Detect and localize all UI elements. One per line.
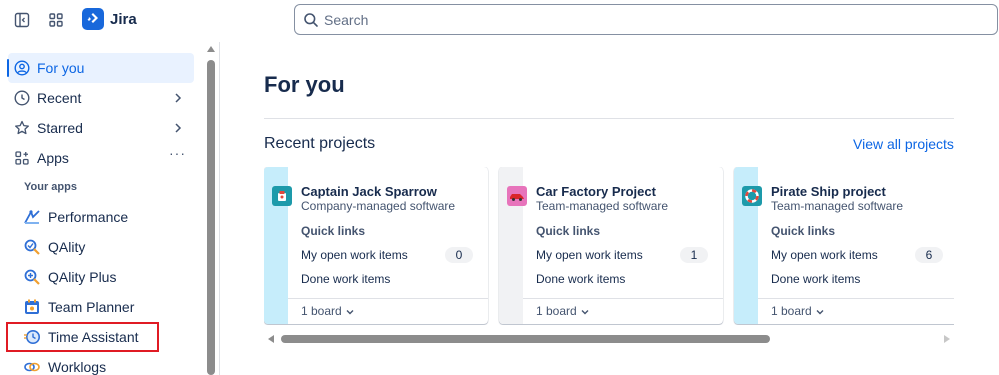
project-type: Team-managed software [536,199,669,213]
worklogs-icon [24,362,40,372]
board-dropdown[interactable]: 1 board [771,304,812,318]
page-title: For you [264,72,345,97]
sidebar-item-label: Apps [37,150,69,166]
project-avatar-icon [272,186,292,206]
done-work-items-link[interactable]: Done work items [771,272,860,286]
performance-icon [24,209,40,224]
sidebar-scrollbar[interactable] [207,60,215,375]
app-switcher-icon[interactable] [46,10,66,30]
star-icon [15,120,29,135]
my-open-work-items-link[interactable]: My open work items [771,248,878,262]
main-content: For you Recent projects View all project… [221,42,999,375]
card-divider [288,298,488,299]
sidebar-app-performance[interactable]: Performance [20,203,200,231]
scroll-up-arrow-icon[interactable] [207,46,215,52]
sidebar: For you Recent Starred Apps ··· Your app… [0,42,220,375]
sidebar-app-worklogs[interactable]: Worklogs [20,353,200,375]
recent-projects-heading: Recent projects [264,135,376,152]
chevron-down-icon[interactable] [580,307,590,317]
sidebar-item-recent[interactable]: Recent [8,83,194,113]
quick-links-label: Quick links [301,224,366,238]
board-dropdown[interactable]: 1 board [536,304,577,318]
sidebar-item-apps[interactable]: Apps ··· [8,143,194,173]
search-placeholder: Search [324,12,369,28]
search-input[interactable]: Search [294,4,998,35]
chevron-right-icon[interactable] [172,122,184,134]
quick-links-label: Quick links [771,224,836,238]
team-planner-icon [25,299,39,314]
scroll-right-arrow-icon[interactable] [944,335,950,343]
project-avatar-icon [742,186,762,206]
chevron-down-icon[interactable] [345,307,355,317]
sidebar-item-label: Recent [37,90,82,106]
sidebar-app-qality[interactable]: QAlity [20,233,200,261]
top-navigation: Jira Search [0,0,999,40]
sidebar-app-team-planner[interactable]: Team Planner [20,293,200,321]
sidebar-item-label: For you [37,60,85,76]
search-icon [304,13,318,27]
sidebar-item-for-you[interactable]: For you [7,53,194,83]
done-work-items-link[interactable]: Done work items [536,272,625,286]
qality-plus-icon [24,269,40,285]
chevron-right-icon[interactable] [172,92,184,104]
sidebar-item-starred[interactable]: Starred [8,113,194,143]
count-badge: 0 [445,247,473,263]
sidebar-app-qality-plus[interactable]: QAlity Plus [20,263,200,291]
card-divider [523,298,723,299]
board-dropdown[interactable]: 1 board [301,304,342,318]
project-avatar-icon [507,186,527,206]
project-name[interactable]: Captain Jack Sparrow [301,184,437,199]
my-open-work-items-link[interactable]: My open work items [536,248,643,262]
user-circle-icon [14,60,30,76]
more-options-icon[interactable]: ··· [169,145,186,161]
card-divider [758,298,954,299]
scrollbar-thumb[interactable] [281,335,770,343]
project-card[interactable]: Captain Jack Sparrow Company-managed sof… [264,167,488,324]
section-label: Your apps [24,181,77,193]
my-open-work-items-link[interactable]: My open work items [301,248,408,262]
done-work-items-link[interactable]: Done work items [301,272,390,286]
project-cards: Captain Jack Sparrow Company-managed sof… [264,167,954,325]
quick-links-label: Quick links [536,224,601,238]
project-name[interactable]: Car Factory Project [536,184,656,199]
app-label: QAlity [48,239,86,255]
app-label: Worklogs [48,359,107,375]
apps-icon [15,151,29,165]
jira-logo-icon[interactable] [82,8,104,30]
project-type: Company-managed software [301,199,456,213]
project-card[interactable]: Car Factory Project Team-managed softwar… [499,167,723,324]
app-label: Performance [48,209,129,225]
sidebar-toggle-icon[interactable] [12,10,32,30]
project-name[interactable]: Pirate Ship project [771,184,886,199]
chevron-down-icon[interactable] [815,307,825,317]
app-label: Team Planner [48,299,135,315]
project-type: Team-managed software [771,199,904,213]
cards-horizontal-scrollbar[interactable] [264,334,954,346]
view-all-projects-link[interactable]: View all projects [853,136,954,152]
qality-icon [24,239,40,255]
project-card[interactable]: Pirate Ship project Team-managed softwar… [734,167,954,324]
app-name[interactable]: Jira [110,11,137,28]
highlight-box [6,322,159,352]
app-label: QAlity Plus [48,269,117,285]
clock-icon [14,90,30,106]
sidebar-item-label: Starred [37,120,83,136]
count-badge: 1 [680,247,708,263]
scroll-left-arrow-icon[interactable] [268,335,274,343]
divider [264,118,954,119]
count-badge: 6 [915,247,943,263]
